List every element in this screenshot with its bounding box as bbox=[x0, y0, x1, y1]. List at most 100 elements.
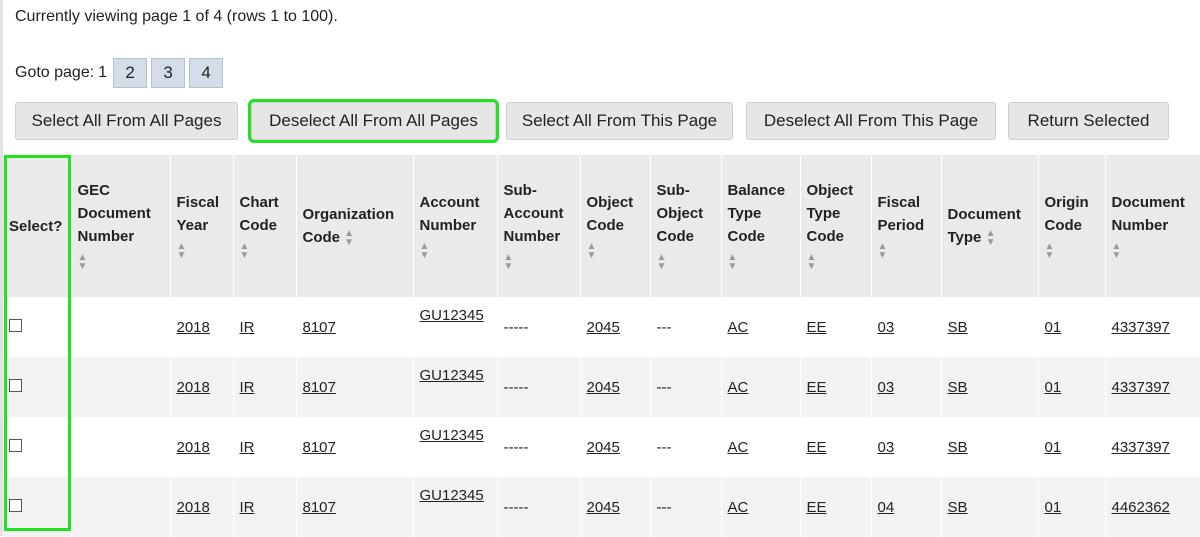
return-selected-button[interactable]: Return Selected bbox=[1008, 102, 1169, 140]
header-object-code[interactable]: Object Code ▲ ▼ bbox=[580, 155, 651, 297]
sub-account-number-cell: ----- bbox=[497, 357, 581, 417]
deselect-all-from-all-pages-button[interactable]: Deselect All From All Pages bbox=[248, 99, 499, 143]
header-organization-code[interactable]: Organization Code ▲ ▼ bbox=[296, 155, 414, 297]
sort-arrows-icon[interactable]: ▲ ▼ bbox=[177, 241, 187, 260]
fiscal-period-link[interactable]: 03 bbox=[878, 439, 895, 456]
origin-code-link[interactable]: 01 bbox=[1045, 499, 1062, 516]
account-number-link[interactable]: GU12345 bbox=[420, 487, 491, 504]
deselect-all-from-this-page-button[interactable]: Deselect All From This Page bbox=[746, 102, 996, 140]
row-checkbox[interactable] bbox=[9, 438, 22, 452]
header-sub-account-number[interactable]: Sub-Account Number ▲ ▼ bbox=[497, 155, 581, 297]
header-fiscal-period[interactable]: Fiscal Period ▲ ▼ bbox=[871, 155, 942, 297]
chart-code-link[interactable]: IR bbox=[240, 499, 255, 516]
gec-document-number-cell bbox=[71, 297, 171, 357]
sub-account-number-cell: ----- bbox=[497, 297, 581, 357]
account-number-link[interactable]: GU12345 bbox=[420, 427, 491, 444]
object-code-link[interactable]: 2045 bbox=[587, 499, 620, 516]
object-type-code-link[interactable]: EE bbox=[807, 439, 827, 456]
sort-arrows-icon[interactable]: ▲ ▼ bbox=[344, 229, 354, 248]
header-fiscal-year[interactable]: Fiscal Year ▲ ▼ bbox=[170, 155, 234, 297]
page-status-text: Currently viewing page 1 of 4 (rows 1 to… bbox=[15, 8, 338, 25]
header-chart-code[interactable]: Chart Code ▲ ▼ bbox=[233, 155, 297, 297]
chart-code-link[interactable]: IR bbox=[240, 439, 255, 456]
sort-arrows-icon[interactable]: ▲ ▼ bbox=[728, 253, 738, 272]
balance-type-code-link[interactable]: AC bbox=[728, 379, 749, 396]
fiscal-year-link[interactable]: 2018 bbox=[177, 319, 210, 336]
organization-code-link[interactable]: 8107 bbox=[303, 319, 336, 336]
balance-type-code-link[interactable]: AC bbox=[728, 499, 749, 516]
object-type-code-link[interactable]: EE bbox=[807, 499, 827, 516]
sub-account-number-cell: ----- bbox=[497, 477, 581, 537]
object-type-code-link[interactable]: EE bbox=[807, 379, 827, 396]
document-number-link[interactable]: 4337397 bbox=[1112, 379, 1170, 396]
sub-object-code-cell: --- bbox=[650, 297, 722, 357]
action-buttons: Select All From All Pages Deselect All F… bbox=[0, 99, 1200, 143]
document-type-link[interactable]: SB bbox=[948, 499, 968, 516]
balance-type-code-link[interactable]: AC bbox=[728, 319, 749, 336]
object-code-link[interactable]: 2045 bbox=[587, 379, 620, 396]
fiscal-year-link[interactable]: 2018 bbox=[177, 439, 210, 456]
table-row: 2018 IR 8107 GU12345 ----- 2045 --- AC E… bbox=[3, 357, 1200, 417]
sub-object-code-cell: --- bbox=[650, 477, 722, 537]
header-document-number[interactable]: Document Number ▲ ▼ bbox=[1105, 155, 1200, 297]
page-2-button[interactable]: 2 bbox=[113, 58, 148, 88]
sort-arrows-icon[interactable]: ▲ ▼ bbox=[78, 253, 88, 272]
row-checkbox[interactable] bbox=[9, 318, 22, 332]
account-number-link[interactable]: GU12345 bbox=[420, 367, 491, 384]
document-number-link[interactable]: 4462362 bbox=[1112, 499, 1170, 516]
header-sub-object-code[interactable]: Sub-Object Code ▲ ▼ bbox=[650, 155, 722, 297]
fiscal-period-link[interactable]: 03 bbox=[878, 319, 895, 336]
chart-code-link[interactable]: IR bbox=[240, 379, 255, 396]
organization-code-link[interactable]: 8107 bbox=[303, 439, 336, 456]
select-all-from-all-pages-button[interactable]: Select All From All Pages bbox=[15, 102, 238, 140]
sort-arrows-icon[interactable]: ▲ ▼ bbox=[240, 241, 250, 260]
row-checkbox[interactable] bbox=[9, 378, 22, 392]
header-object-type-code[interactable]: Object Type Code ▲ ▼ bbox=[800, 155, 872, 297]
table-row: 2018 IR 8107 GU12345 ----- 2045 --- AC E… bbox=[3, 477, 1200, 537]
fiscal-year-link[interactable]: 2018 bbox=[177, 379, 210, 396]
document-type-link[interactable]: SB bbox=[948, 319, 968, 336]
sort-arrows-icon[interactable]: ▲ ▼ bbox=[986, 229, 996, 248]
fiscal-year-link[interactable]: 2018 bbox=[177, 499, 210, 516]
header-balance-type-code[interactable]: Balance Type Code ▲ ▼ bbox=[721, 155, 801, 297]
gec-document-number-cell bbox=[71, 417, 171, 477]
object-code-link[interactable]: 2045 bbox=[587, 439, 620, 456]
table-row: 2018 IR 8107 GU12345 ----- 2045 --- AC E… bbox=[3, 297, 1200, 357]
document-type-link[interactable]: SB bbox=[948, 439, 968, 456]
page-3-button[interactable]: 3 bbox=[151, 58, 186, 88]
object-code-link[interactable]: 2045 bbox=[587, 319, 620, 336]
origin-code-link[interactable]: 01 bbox=[1045, 319, 1062, 336]
sort-arrows-icon[interactable]: ▲ ▼ bbox=[807, 253, 817, 272]
header-gec-document-number[interactable]: GEC Document Number ▲ ▼ bbox=[71, 155, 171, 297]
table-header-row: Select? GEC Document Number ▲ ▼ Fiscal Ye… bbox=[3, 155, 1200, 297]
account-number-link[interactable]: GU12345 bbox=[420, 307, 491, 324]
sort-arrows-icon[interactable]: ▲ ▼ bbox=[587, 241, 597, 260]
select-all-from-this-page-button[interactable]: Select All From This Page bbox=[506, 102, 733, 140]
sort-arrows-icon[interactable]: ▲ ▼ bbox=[1045, 241, 1055, 260]
row-checkbox[interactable] bbox=[9, 498, 22, 512]
page-4-button[interactable]: 4 bbox=[189, 58, 224, 88]
gec-document-number-cell bbox=[71, 357, 171, 417]
sort-arrows-icon[interactable]: ▲ ▼ bbox=[504, 253, 514, 272]
document-type-link[interactable]: SB bbox=[948, 379, 968, 396]
header-account-number[interactable]: Account Number ▲ ▼ bbox=[413, 155, 498, 297]
origin-code-link[interactable]: 01 bbox=[1045, 379, 1062, 396]
document-number-link[interactable]: 4337397 bbox=[1112, 319, 1170, 336]
sort-arrows-icon[interactable]: ▲ ▼ bbox=[657, 253, 667, 272]
sort-arrows-icon[interactable]: ▲ ▼ bbox=[878, 241, 888, 260]
fiscal-period-link[interactable]: 03 bbox=[878, 379, 895, 396]
header-document-type[interactable]: Document Type ▲ ▼ bbox=[941, 155, 1039, 297]
balance-type-code-link[interactable]: AC bbox=[728, 439, 749, 456]
sub-account-number-cell: ----- bbox=[497, 417, 581, 477]
organization-code-link[interactable]: 8107 bbox=[303, 499, 336, 516]
header-origin-code[interactable]: Origin Code ▲ ▼ bbox=[1038, 155, 1106, 297]
sort-arrows-icon[interactable]: ▲ ▼ bbox=[420, 241, 430, 260]
document-number-link[interactable]: 4337397 bbox=[1112, 439, 1170, 456]
row-select-cell bbox=[3, 417, 72, 477]
sort-arrows-icon[interactable]: ▲ ▼ bbox=[1112, 241, 1122, 260]
fiscal-period-link[interactable]: 04 bbox=[878, 499, 895, 516]
organization-code-link[interactable]: 8107 bbox=[303, 379, 336, 396]
origin-code-link[interactable]: 01 bbox=[1045, 439, 1062, 456]
chart-code-link[interactable]: IR bbox=[240, 319, 255, 336]
object-type-code-link[interactable]: EE bbox=[807, 319, 827, 336]
